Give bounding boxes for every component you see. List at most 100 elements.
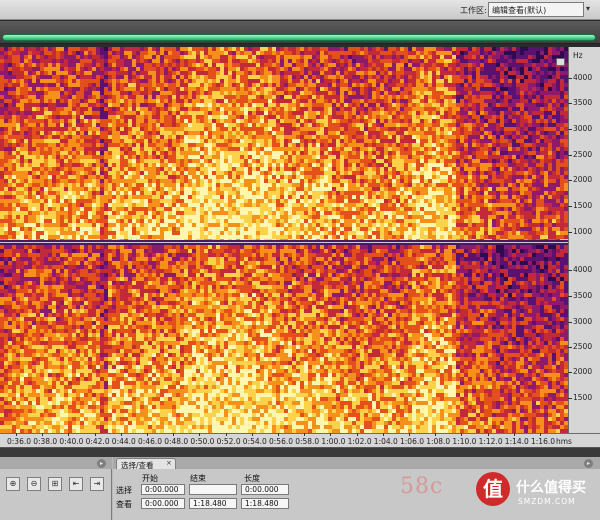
spectrogram-channel-left[interactable] <box>0 47 568 240</box>
channel2-tick-mark <box>568 347 572 348</box>
time-tick-label: 0:54.0 <box>242 437 267 446</box>
channel1-tick-label: 3500 <box>573 98 593 107</box>
column-end: 结束 <box>190 474 206 483</box>
column-length: 长度 <box>244 474 260 483</box>
time-tick-mark <box>68 433 70 436</box>
zoom-full-icon[interactable]: ⇥ <box>90 477 104 491</box>
chevron-down-icon[interactable]: ▾ <box>586 4 590 13</box>
time-tick-mark <box>304 433 306 436</box>
time-tick-label: 0:48.0 <box>164 437 189 446</box>
zoom-fit-icon[interactable]: ⇤ <box>69 477 83 491</box>
time-tick-label: 1:00.0 <box>321 437 346 446</box>
spectrogram-channel-right[interactable] <box>0 245 568 433</box>
smzdm-domain: SMZDM.COM <box>518 497 576 506</box>
time-tick-label: 0:36.0 <box>7 437 31 446</box>
zoom-in-amplitude-icon[interactable]: ⊕ <box>6 477 20 491</box>
time-tick-label: 1:10.0 <box>452 437 477 446</box>
time-tick-label: 1:02.0 <box>347 437 372 446</box>
channel2-tick-mark <box>568 296 572 297</box>
view-end-field[interactable]: 1:18.480 <box>189 498 237 509</box>
panel-menu-icon-right[interactable]: ▸ <box>584 459 593 468</box>
time-tick-label: 0:40.0 <box>59 437 84 446</box>
channel1-tick-label: 4000 <box>573 73 593 82</box>
time-tick-mark <box>435 433 437 436</box>
time-tick-mark <box>382 433 384 436</box>
channel2-tick-label: 1500 <box>573 393 593 402</box>
channel1-tick-label: 1500 <box>573 201 593 210</box>
time-tick-mark <box>16 433 17 436</box>
column-start: 开始 <box>142 474 158 483</box>
view-length-field[interactable]: 1:18.480 <box>241 498 289 509</box>
view-start-field[interactable]: 0:00.000 <box>141 498 185 509</box>
time-tick-mark <box>94 433 96 436</box>
smzdm-brand-text: 什么值得买 <box>516 480 586 496</box>
row-selection-label: 选择 <box>116 486 132 495</box>
row-view-label: 查看 <box>116 500 132 509</box>
channel2-tick-label: 3000 <box>573 317 593 326</box>
time-tick-label: 0:44.0 <box>111 437 136 446</box>
time-tick-mark <box>173 433 175 436</box>
selection-panel-tabstrip <box>113 457 600 469</box>
channel2-tick-mark <box>568 270 572 271</box>
watermark-58: 58c <box>400 474 444 499</box>
channel2-tick-label: 4000 <box>573 265 593 274</box>
spectrogram-left-canvas <box>0 47 568 240</box>
time-tick-mark <box>225 433 227 436</box>
workspace-label: 工作区: <box>460 6 487 15</box>
channel-divider-line <box>0 242 568 243</box>
channel1-tick-label: 1000 <box>573 227 593 236</box>
channel2-tick-label: 2500 <box>573 342 593 351</box>
time-tick-mark <box>147 433 148 436</box>
time-tick-mark <box>487 433 489 436</box>
time-tick-label: 0:56.0 <box>269 437 293 446</box>
zoom-panel-tabstrip <box>0 457 112 469</box>
selection-start-field[interactable]: 0:00.000 <box>141 484 185 495</box>
time-tick-label: 0:52.0 <box>216 437 241 446</box>
zoom-out-amplitude-icon[interactable]: ⊖ <box>27 477 41 491</box>
time-tick-label: 0:46.0 <box>138 437 162 446</box>
overview-scrollbar[interactable] <box>2 34 596 41</box>
time-tick-mark <box>356 433 358 436</box>
time-tick-label: 0:58.0 <box>295 437 320 446</box>
channel1-tick-mark <box>568 103 572 104</box>
time-tick-label: 1:08.0 <box>426 437 451 446</box>
frequency-unit-label: Hz <box>573 51 583 60</box>
time-tick-mark <box>42 433 44 436</box>
time-tick-label: 1:12.0 <box>478 437 503 446</box>
workspace-select[interactable]: 编辑查看(默认) <box>488 2 584 17</box>
time-tick-label: 0:42.0 <box>85 437 110 446</box>
time-tick-label: 1:14.0 <box>504 437 529 446</box>
selection-length-field[interactable]: 0:00.000 <box>241 484 289 495</box>
channel1-tick-mark <box>568 155 572 156</box>
channel1-tick-mark <box>568 129 572 130</box>
time-tick-label: 1:04.0 <box>373 437 398 446</box>
channel2-tick-mark <box>568 322 572 323</box>
panel-gap <box>0 448 600 457</box>
channel1-tick-label: 3000 <box>573 124 593 133</box>
close-icon[interactable]: × <box>166 459 172 467</box>
time-tick-mark <box>278 433 279 436</box>
channel1-tick-mark <box>568 180 572 181</box>
channel2-tick-label: 2000 <box>573 367 593 376</box>
channel1-tick-mark <box>568 206 572 207</box>
time-tick-mark <box>120 433 122 436</box>
time-tick-mark <box>199 433 201 436</box>
top-toolbar: 工作区: 编辑查看(默认) ▾ <box>0 0 600 20</box>
time-tick-mark <box>461 433 463 436</box>
time-tick-label: 1:06.0 <box>400 437 424 446</box>
channel1-tick-mark <box>568 78 572 79</box>
selection-end-field[interactable] <box>189 484 237 495</box>
zoom-in-frequency-icon[interactable]: ⊞ <box>48 477 62 491</box>
time-tick-mark <box>513 433 515 436</box>
channel2-tick-mark <box>568 398 572 399</box>
time-unit-label: hms <box>556 437 572 446</box>
audio-editor-window: 工作区: 编辑查看(默认) ▾ Hz 4000 3500 3000 2500 2000 1… <box>0 0 600 520</box>
expand-icon[interactable] <box>556 58 565 66</box>
channel1-tick-label: 2000 <box>573 175 593 184</box>
time-tick-mark <box>409 433 410 436</box>
channel1-tick-label: 2500 <box>573 150 593 159</box>
time-tick-label: 0:38.0 <box>33 437 58 446</box>
time-tick-mark <box>330 433 332 436</box>
time-tick-mark <box>251 433 253 436</box>
panel-menu-icon[interactable]: ▸ <box>97 459 106 468</box>
